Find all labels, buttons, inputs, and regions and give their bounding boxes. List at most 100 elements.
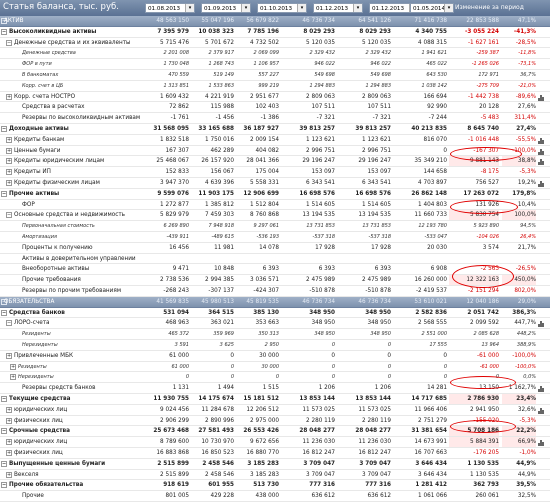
table-row[interactable]: + Кредиты физическим лицам 3 947 370 4 639 … <box>0 178 550 189</box>
cell-value: 0 <box>331 374 335 381</box>
change-value: 2 941 950 <box>470 406 499 413</box>
cell-value: 11 903 175 <box>198 190 234 197</box>
cell-value: 1 494 <box>217 385 234 392</box>
collapse-icon[interactable]: − <box>1 126 7 132</box>
collapse-icon[interactable]: − <box>6 212 12 219</box>
table-row[interactable]: + физических лиц 16 883 868 16 850 523 16 88… <box>0 448 550 459</box>
cell-value: 519 149 <box>213 72 234 78</box>
expand-icon[interactable]: + <box>10 363 16 370</box>
table-row[interactable]: − Текущие средства 11 930 755 14 175 674 15 … <box>0 394 550 405</box>
change-column-title: Изменение за период <box>455 4 524 11</box>
expand-icon[interactable]: + <box>6 180 12 186</box>
cell-value: 8 760 868 <box>250 212 279 219</box>
table-row[interactable]: − Прочие обязательства 918 619 601 955 513 7… <box>0 480 550 492</box>
collapse-icon[interactable]: − <box>1 28 7 35</box>
chart-icon[interactable] <box>538 384 544 393</box>
change-percent: 27,4% <box>516 126 536 132</box>
cell-value: 1 533 863 <box>208 82 234 89</box>
table-row[interactable]: + Корр. счета НОСТРО 1 609 432 4 221 919 2 9… <box>0 92 550 103</box>
collapse-icon[interactable]: − <box>6 39 12 46</box>
collapse-icon[interactable]: − <box>1 428 7 435</box>
table-row[interactable]: + Кредиты ИП 152 833 156 067 175 004 153 097 1… <box>0 167 550 178</box>
expand-icon[interactable]: + <box>6 136 12 143</box>
table-row[interactable]: + юридических лиц 9 024 456 11 284 678 12 20… <box>0 405 550 416</box>
chart-icon[interactable] <box>538 147 544 155</box>
date-selector-2[interactable]: 01.09.2013 ▾ <box>201 3 251 13</box>
table-row[interactable]: + Кредиты банкам 1 832 518 1 750 016 2 009 1… <box>0 135 550 146</box>
expand-icon[interactable]: + <box>6 406 12 413</box>
table-row[interactable]: − Денежные средства и их эквиваленты 5 715… <box>0 38 550 49</box>
expand-icon[interactable]: + <box>6 158 12 165</box>
section-row[interactable]: − ОБЯЗАТЕЛЬСТВА 41 569 835 45 980 513 45 819… <box>0 296 550 308</box>
chevron-down-icon[interactable]: ▾ <box>185 4 194 12</box>
chart-icon[interactable] <box>538 93 544 101</box>
section-row[interactable]: − АКТИВ 48 563 150 55 047 196 56 679 822 46 7… <box>0 16 550 27</box>
collapse-icon[interactable]: − <box>1 309 7 316</box>
cell-value: 11 660 733 <box>414 212 447 219</box>
chart-icon[interactable] <box>538 157 544 166</box>
change-value: 1 130 535 <box>470 471 499 478</box>
chart-icon[interactable] <box>538 319 544 328</box>
cell-value: 4 340 755 <box>415 28 447 35</box>
change-value: 1 130 535 <box>467 460 499 467</box>
cell-value: 2 280 119 <box>306 417 335 424</box>
table-row[interactable]: − Прочие активы 9 599 076 11 903 175 12 906 … <box>0 189 550 200</box>
collapse-icon[interactable]: − <box>1 460 7 467</box>
expand-icon[interactable]: + <box>6 147 12 154</box>
chevron-down-icon[interactable]: ▾ <box>353 4 362 12</box>
chevron-down-icon[interactable]: ▾ <box>444 4 453 12</box>
chart-icon[interactable] <box>538 406 544 414</box>
table-row: Денежные средства 2 201 008 2 379 917 2 069… <box>0 48 550 60</box>
collapse-icon[interactable]: − <box>1 396 7 402</box>
collapse-icon[interactable]: − <box>6 320 12 327</box>
cell-value: 636 612 <box>367 493 391 500</box>
cell-value <box>235 254 279 264</box>
chevron-down-icon[interactable]: ▾ <box>297 4 306 12</box>
collapse-icon[interactable]: − <box>1 482 7 489</box>
table-row[interactable]: + Векселя 2 515 899 2 458 546 3 185 283 3 709… <box>0 470 550 481</box>
expand-icon[interactable]: + <box>6 93 12 100</box>
row-label: Прочие активы <box>9 190 60 197</box>
expand-icon[interactable]: + <box>6 352 12 359</box>
cell-value: 25 468 067 <box>156 158 189 165</box>
date-selector-1[interactable]: 01.08.2013 ▾ <box>145 3 195 13</box>
cell-value: -1 456 <box>215 115 234 122</box>
table-row[interactable]: − ЛОРО-счета 468 963 363 021 353 663 348 950 3… <box>0 318 550 330</box>
change-value: -61 000 <box>477 352 499 359</box>
chart-icon[interactable] <box>538 136 544 144</box>
cell-value: 1 294 883 <box>365 82 391 89</box>
chevron-down-icon[interactable]: ▾ <box>241 4 250 12</box>
chart-icon[interactable] <box>538 438 544 447</box>
table-row[interactable]: − Выпущенные ценные бумаги 2 515 899 2 458 … <box>0 459 550 470</box>
expand-icon[interactable]: + <box>6 169 12 176</box>
table-row[interactable]: − Средства банков 531 094 364 515 385 130 348… <box>0 308 550 319</box>
cell-value: 6 343 541 <box>362 180 391 186</box>
change-percent: 802,0% <box>514 288 536 294</box>
table-row[interactable]: + Привлеченные МБК 61 000 0 30 000 0 0 0 -61 000… <box>0 351 550 362</box>
expand-icon[interactable]: + <box>6 439 12 446</box>
expand-icon[interactable]: + <box>6 450 12 456</box>
cell-value: 39 813 257 <box>355 126 391 132</box>
expand-icon[interactable]: + <box>10 374 16 381</box>
table-row[interactable]: + юридических лиц 8 789 600 10 730 970 9 672… <box>0 437 550 448</box>
expand-icon[interactable]: + <box>6 471 12 478</box>
date-selector-3[interactable]: 01.10.2013 ▾ <box>257 3 307 13</box>
collapse-icon[interactable]: − <box>1 190 7 197</box>
cell-value: 11 236 030 <box>358 439 391 446</box>
table-row[interactable]: − Доходные активы 31 568 095 33 165 688 36 1… <box>0 124 550 135</box>
expand-icon[interactable]: + <box>6 417 12 424</box>
row-label: физических лиц <box>14 417 63 424</box>
date-selector-4[interactable]: 01.12.2013 ▾ <box>313 3 363 13</box>
row-label: Срочные средства <box>9 428 70 435</box>
table-row[interactable]: − Высоколиквидные активы 7 395 979 10 038 3… <box>0 27 550 38</box>
table-row[interactable]: + Резиденты 61 000 0 30 000 0 0 0 -61 000 -100,0% <box>0 362 550 373</box>
cell-value: 999 219 <box>258 82 279 89</box>
cell-value: 16 698 576 <box>299 190 335 197</box>
row-label: Резиденты <box>22 331 51 338</box>
date-selector-6[interactable]: 01.05.2014 ▾ <box>410 3 454 13</box>
cell-value: 1 106 957 <box>253 61 279 68</box>
chart-icon[interactable] <box>538 179 544 187</box>
change-value: -275 709 <box>476 82 499 89</box>
cell-value: 175 004 <box>255 169 279 176</box>
cell-value <box>347 254 391 264</box>
